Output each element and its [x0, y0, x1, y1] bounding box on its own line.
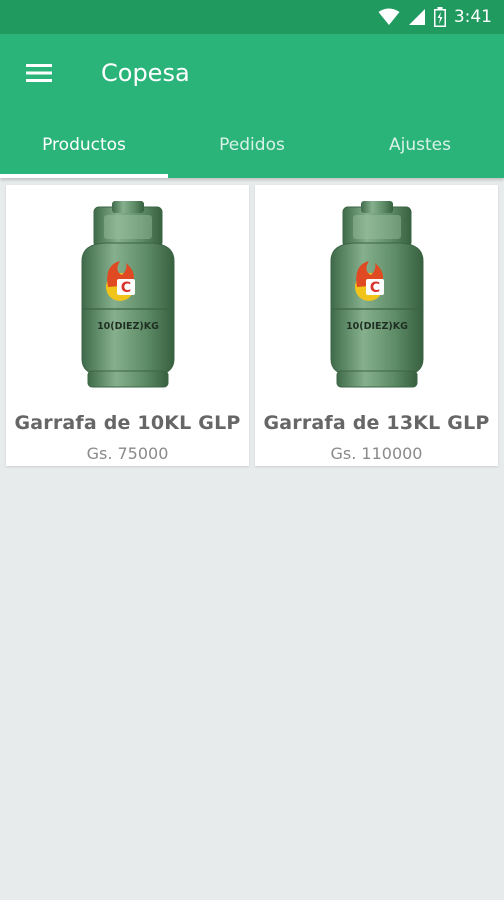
status-icons: 3:41: [378, 4, 492, 30]
status-bar: 3:41: [0, 0, 504, 34]
status-time: 3:41: [453, 7, 492, 27]
svg-text:C: C: [369, 280, 379, 296]
product-card[interactable]: C 10(DIEZ)KG Garrafa de 13KL GLP Gs. 110…: [255, 185, 498, 466]
battery-icon: [433, 7, 446, 27]
tank-label: 10(DIEZ)KG: [97, 321, 159, 332]
tab-bar: Productos Pedidos Ajustes: [0, 112, 504, 178]
hamburger-menu-icon: [26, 64, 52, 82]
product-name: Garrafa de 10KL GLP: [14, 412, 241, 434]
app-title: Copesa: [101, 59, 190, 87]
tab-label: Productos: [42, 135, 126, 155]
gas-cylinder-icon: C 10(DIEZ)KG: [81, 201, 174, 388]
signal-icon: [408, 9, 425, 25]
tank-label: 10(DIEZ)KG: [346, 321, 408, 332]
tab-productos[interactable]: Productos: [0, 112, 168, 178]
tab-ajustes[interactable]: Ajustes: [336, 112, 504, 178]
menu-button[interactable]: [22, 56, 56, 90]
gas-cylinder-icon: C 10(DIEZ)KG: [330, 201, 423, 388]
tab-indicator: [0, 174, 168, 178]
tab-label: Ajustes: [389, 135, 451, 155]
svg-text:C: C: [120, 280, 130, 296]
wifi-icon: [378, 8, 400, 25]
product-price: Gs. 110000: [330, 444, 423, 463]
product-card[interactable]: C 10(DIEZ)KG Garrafa de 10KL GLP Gs. 750…: [6, 185, 249, 466]
tab-label: Pedidos: [219, 135, 285, 155]
product-image: C 10(DIEZ)KG: [6, 199, 249, 399]
product-name: Garrafa de 13KL GLP: [263, 412, 490, 434]
product-image: C 10(DIEZ)KG: [255, 199, 498, 399]
tab-pedidos[interactable]: Pedidos: [168, 112, 336, 178]
app-bar: Copesa: [0, 34, 504, 112]
product-price: Gs. 75000: [86, 444, 169, 463]
